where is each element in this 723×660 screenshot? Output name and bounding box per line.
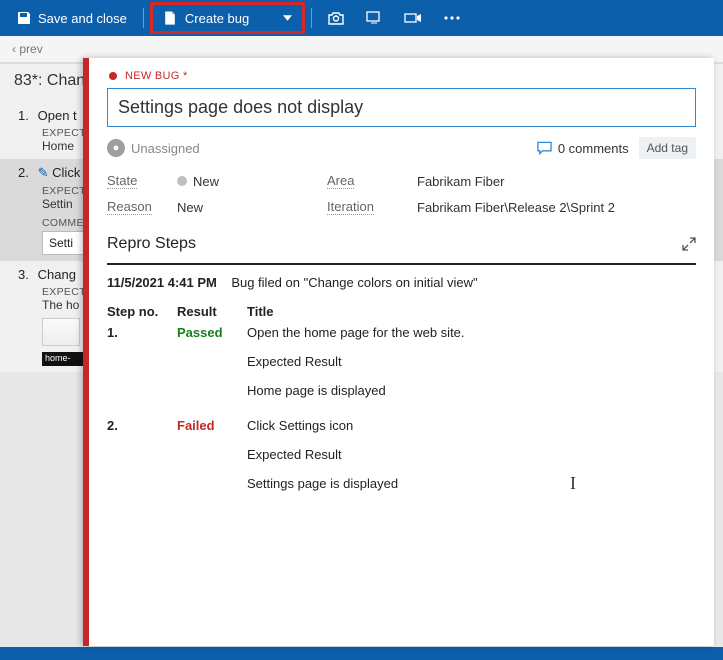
repro-title: Repro Steps	[107, 235, 196, 253]
save-icon	[16, 10, 32, 26]
thumbnail-icon	[42, 318, 80, 346]
result-failed: Failed	[177, 418, 247, 433]
top-toolbar: Save and close Create bug	[0, 0, 723, 36]
state-dot-icon	[177, 176, 187, 186]
pencil-icon: ✎	[38, 165, 49, 180]
state-value[interactable]: New	[177, 174, 327, 189]
new-bug-panel: NEW BUG * ● Unassigned 0 comments Add ta…	[83, 58, 714, 646]
more-button[interactable]	[434, 4, 470, 32]
ellipsis-icon	[444, 16, 460, 20]
create-bug-button[interactable]: Create bug	[153, 5, 302, 31]
prev-link[interactable]: prev	[19, 42, 42, 56]
chevron-down-icon	[283, 15, 292, 21]
bug-title-input[interactable]	[107, 88, 696, 127]
repro-table-header: Step no. Result Title	[107, 304, 696, 319]
camera-icon	[328, 11, 344, 25]
comments-link[interactable]: 0 comments	[537, 141, 629, 156]
result-passed: Passed	[177, 325, 247, 340]
capture-region-button[interactable]	[356, 4, 392, 32]
expand-icon[interactable]	[682, 237, 696, 251]
area-value[interactable]: Fabrikam Fiber	[417, 174, 696, 189]
area-label: Area	[327, 173, 354, 189]
repro-section-header: Repro Steps	[89, 235, 714, 253]
reason-value[interactable]: New	[177, 200, 327, 215]
save-close-label: Save and close	[38, 11, 127, 26]
toolbar-separator	[143, 8, 144, 28]
create-bug-highlight: Create bug	[150, 2, 305, 34]
save-close-button[interactable]: Save and close	[6, 4, 137, 32]
bottom-bar	[0, 647, 723, 660]
avatar-icon: ●	[107, 139, 125, 157]
add-tag-button[interactable]: Add tag	[639, 137, 696, 159]
screenshot-button[interactable]	[318, 4, 354, 32]
screen-capture-icon	[366, 11, 382, 25]
assignee-picker[interactable]: ● Unassigned	[107, 139, 200, 157]
video-icon	[404, 12, 422, 24]
record-button[interactable]	[394, 4, 432, 32]
iteration-label: Iteration	[327, 199, 374, 215]
toolbar-separator	[311, 8, 312, 28]
bug-badge: NEW BUG *	[107, 70, 696, 82]
dark-thumbnail: home-	[42, 352, 84, 366]
repro-row-1: 1. Passed Open the home page for the web…	[107, 325, 696, 412]
state-label: State	[107, 173, 137, 189]
repro-steps-box: 11/5/2021 4:41 PM Bug filed on "Change c…	[107, 263, 696, 511]
bug-fields: State New Area Fabrikam Fiber Reason New…	[107, 173, 696, 215]
repro-meta: 11/5/2021 4:41 PM Bug filed on "Change c…	[107, 275, 696, 290]
bug-doc-icon	[163, 11, 177, 25]
bug-icon	[107, 70, 119, 82]
reason-label: Reason	[107, 199, 152, 215]
iteration-value[interactable]: Fabrikam Fiber\Release 2\Sprint 2	[417, 200, 696, 215]
create-bug-label: Create bug	[185, 11, 249, 26]
repro-row-2: 2. Failed Click Settings icon Expected R…	[107, 418, 696, 505]
comment-icon	[537, 141, 552, 155]
